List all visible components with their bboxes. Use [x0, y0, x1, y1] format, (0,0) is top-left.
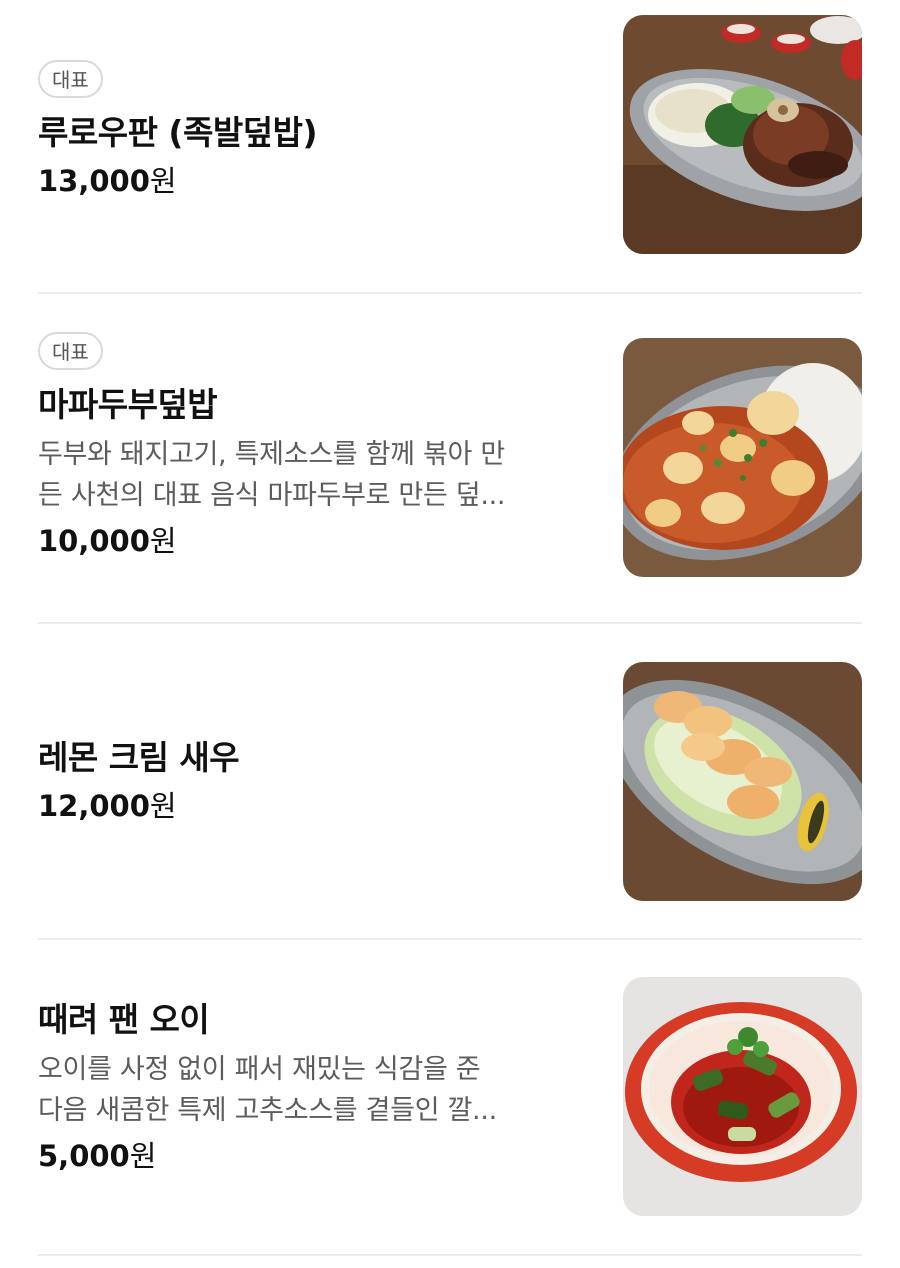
- menu-item-text: 때려 팬 오이 오이를 사정 없이 패서 재밌는 식감을 준 다음 새콤한 특제…: [38, 997, 598, 1177]
- description-line: 두부와 돼지고기, 특제소스를 함께 볶아 만: [38, 439, 505, 470]
- menu-item-lemon-cream-shrimp[interactable]: 레몬 크림 새우 12,000원: [38, 660, 862, 904]
- price-number: 10,000: [38, 524, 150, 558]
- menu-item-text: 대표 루로우판 (족발덮밥) 13,000원: [38, 60, 598, 202]
- price-unit: 원: [129, 1139, 157, 1173]
- description-line: 오이를 사정 없이 패서 재밌는 식감을 준: [38, 1054, 481, 1085]
- smashed-cucumber-salad-photo[interactable]: [623, 977, 862, 1216]
- menu-item-text: 레몬 크림 새우 12,000원: [38, 735, 598, 827]
- menu-item-price: 12,000원: [38, 785, 598, 827]
- menu-item-name: 마파두부덮밥: [38, 385, 218, 424]
- lemon-cream-shrimp-photo[interactable]: [623, 662, 862, 901]
- menu-item-name: 때려 팬 오이: [38, 1000, 210, 1039]
- price-unit: 원: [149, 524, 177, 558]
- food-photo-illustration: [623, 977, 862, 1216]
- menu-item-name: 레몬 크림 새우: [38, 738, 240, 777]
- price-unit: 원: [149, 789, 177, 823]
- item-divider: [38, 938, 862, 940]
- braised-pork-knuckle-rice-photo[interactable]: [623, 15, 862, 254]
- description-line: 든 사천의 대표 음식 마파두부로 만든 덮...: [38, 480, 506, 511]
- food-photo-illustration: [623, 338, 862, 577]
- menu-item-price: 10,000원: [38, 520, 598, 562]
- signature-badge: 대표: [38, 60, 103, 98]
- menu-item-mapo-tofu-rice[interactable]: 대표 마파두부덮밥 두부와 돼지고기, 특제소스를 함께 볶아 만 든 사천의 …: [38, 332, 862, 580]
- item-divider: [38, 622, 862, 624]
- menu-item-price: 13,000원: [38, 160, 598, 202]
- menu-item-text: 대표 마파두부덮밥 두부와 돼지고기, 특제소스를 함께 볶아 만 든 사천의 …: [38, 332, 598, 562]
- item-divider: [38, 292, 862, 294]
- menu-list: 대표 루로우판 (족발덮밥) 13,000원 대표 마파두부덮밥 두부와 돼지고…: [0, 0, 900, 1268]
- signature-badge: 대표: [38, 332, 103, 370]
- description-line: 다음 새콤한 특제 고추소스를 곁들인 깔...: [38, 1095, 497, 1126]
- price-number: 5,000: [38, 1139, 130, 1173]
- menu-item-lurou-fan[interactable]: 대표 루로우판 (족발덮밥) 13,000원: [38, 14, 862, 256]
- price-unit: 원: [149, 164, 177, 198]
- menu-item-description: 오이를 사정 없이 패서 재밌는 식감을 준 다음 새콤한 특제 고추소스를 곁…: [38, 1049, 593, 1131]
- price-number: 12,000: [38, 789, 150, 823]
- food-photo-illustration: [623, 15, 862, 254]
- mapo-tofu-rice-photo[interactable]: [623, 338, 862, 577]
- menu-item-description: 두부와 돼지고기, 특제소스를 함께 볶아 만 든 사천의 대표 음식 마파두부…: [38, 434, 593, 516]
- menu-item-price: 5,000원: [38, 1135, 598, 1177]
- menu-item-smashed-cucumber[interactable]: 때려 팬 오이 오이를 사정 없이 패서 재밌는 식감을 준 다음 새콤한 특제…: [38, 976, 862, 1220]
- price-number: 13,000: [38, 164, 150, 198]
- item-divider: [38, 1254, 862, 1256]
- food-photo-illustration: [623, 662, 862, 901]
- menu-item-name: 루로우판 (족발덮밥): [38, 113, 318, 152]
